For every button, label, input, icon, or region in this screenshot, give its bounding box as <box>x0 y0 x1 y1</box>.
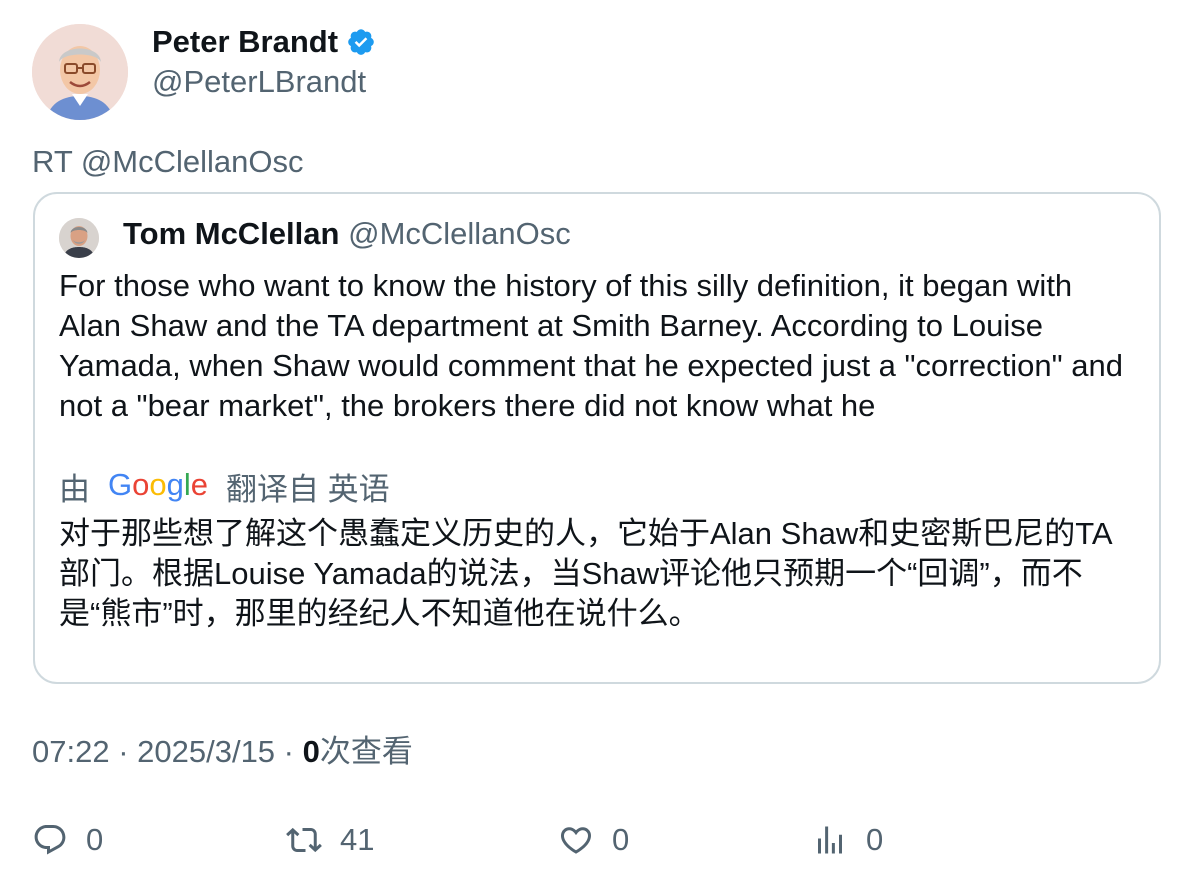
google-logo-icon: Google <box>108 469 208 502</box>
author-name[interactable]: Peter Brandt <box>152 22 338 62</box>
action-bar: 0 41 0 0 <box>0 820 1196 860</box>
tweet-meta: 07:22 · 2025/3/15 · 0次查看 <box>32 732 413 772</box>
translation-suffix[interactable]: 翻译自 英语 <box>226 464 390 509</box>
reply-button[interactable]: 0 <box>32 820 103 860</box>
author-name-row[interactable]: Peter Brandt <box>152 22 376 62</box>
verified-badge-icon <box>348 29 374 55</box>
quoted-tweet-text: For those who want to know the history o… <box>59 268 1123 423</box>
views-count: 0 <box>302 734 320 769</box>
reply-icon <box>34 825 66 855</box>
views-action-count: 0 <box>866 822 884 857</box>
author-handle[interactable]: @PeterLBrandt <box>152 62 366 102</box>
retweet-label: RT @McClellanOsc <box>32 144 304 179</box>
analytics-icon <box>818 826 842 854</box>
views-label: 次查看 <box>319 734 413 769</box>
quoted-tweet-card[interactable]: Tom McClellan @McClellanOsc For those wh… <box>33 192 1161 684</box>
author-avatar[interactable] <box>32 24 128 120</box>
tweet-date[interactable]: 2025/3/15 <box>137 734 275 769</box>
meta-separator: · <box>275 734 303 769</box>
like-button[interactable]: 0 <box>558 820 629 860</box>
retweet-count: 41 <box>340 822 375 857</box>
translation-attribution: 由 Google 翻译自 英语 <box>59 464 390 509</box>
retweet-icon <box>286 827 322 853</box>
quoted-author-avatar[interactable] <box>59 218 99 258</box>
quoted-author-name[interactable]: Tom McClellan <box>123 216 339 251</box>
svg-text:Google: Google <box>108 469 208 502</box>
retweet-button[interactable]: 41 <box>286 820 374 860</box>
tweet-time[interactable]: 07:22 <box>32 734 110 769</box>
quoted-avatar-illustration <box>59 218 99 258</box>
reply-count: 0 <box>86 822 104 857</box>
quoted-header: Tom McClellan @McClellanOsc <box>123 214 571 254</box>
author-avatar-illustration <box>32 24 128 120</box>
views-button[interactable]: 0 <box>812 820 883 860</box>
meta-separator: · <box>109 734 138 769</box>
translation-prefix: 由 <box>59 471 90 507</box>
like-count: 0 <box>612 822 630 857</box>
quoted-author-handle[interactable]: @McClellanOsc <box>348 216 571 251</box>
heart-icon <box>560 827 592 854</box>
translated-tweet-text: 对于那些想了解这个愚蠢定义历史的人，它始于Alan Shaw和史密斯巴尼的TA部… <box>59 516 1113 631</box>
